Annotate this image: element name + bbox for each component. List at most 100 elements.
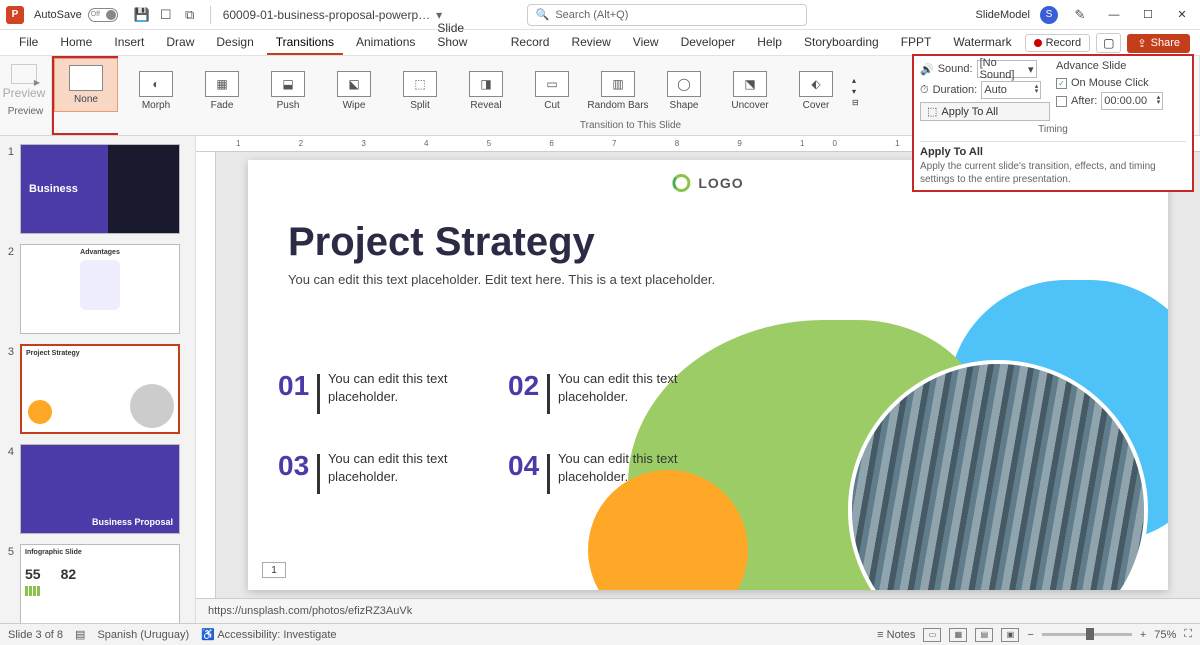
slide-item-02[interactable]: 02You can edit this text placeholder. xyxy=(508,370,738,414)
slide-logo[interactable]: LOGO xyxy=(672,174,743,192)
maximize-icon[interactable]: ☐ xyxy=(1136,3,1160,27)
apply-to-all-button[interactable]: ⬚Apply To All xyxy=(920,102,1050,121)
tab-draw[interactable]: Draw xyxy=(157,31,203,55)
transition-morph[interactable]: ◐Morph xyxy=(124,64,188,118)
tab-storyboarding[interactable]: Storyboarding xyxy=(795,31,888,55)
zoom-level[interactable]: 75% xyxy=(1154,629,1176,641)
autosave-toggle[interactable]: AutoSave Off xyxy=(34,8,118,22)
tab-watermark[interactable]: Watermark xyxy=(944,31,1020,55)
reading-view-icon[interactable]: ▤ xyxy=(975,628,993,642)
tab-slideshow[interactable]: Slide Show xyxy=(428,17,497,55)
timing-panel: 🔊Sound:[No Sound]▾ ⏱Duration:Auto▴▾ ⬚App… xyxy=(912,54,1194,192)
powerpoint-icon: P xyxy=(6,6,24,24)
tab-fppt[interactable]: FPPT xyxy=(892,31,941,55)
notes-button[interactable]: ≡ Notes xyxy=(877,629,915,641)
toggle-off-icon[interactable]: Off xyxy=(88,8,118,22)
after-checkbox[interactable] xyxy=(1056,96,1067,107)
normal-view-icon[interactable]: ▭ xyxy=(923,628,941,642)
on-click-checkbox[interactable]: ✓ xyxy=(1056,78,1067,89)
transition-wipe[interactable]: ⬕Wipe xyxy=(322,64,386,118)
tab-animations[interactable]: Animations xyxy=(347,31,424,55)
search-icon: 🔍 xyxy=(536,8,550,21)
clock-icon: ⏱ xyxy=(920,84,929,97)
tab-record[interactable]: Record xyxy=(502,31,559,55)
zoom-slider[interactable] xyxy=(1042,633,1132,636)
slide-item-01[interactable]: 01You can edit this text placeholder. xyxy=(278,370,508,414)
zoom-out-icon[interactable]: − xyxy=(1027,629,1033,641)
transition-fade[interactable]: ▦Fade xyxy=(190,64,254,118)
tab-insert[interactable]: Insert xyxy=(105,31,153,55)
split-icon: ⬚ xyxy=(403,71,437,97)
accessibility-indicator[interactable]: ♿ Accessibility: Investigate xyxy=(201,628,336,641)
transition-uncover[interactable]: ⬔Uncover xyxy=(718,64,782,118)
slide-subtitle[interactable]: You can edit this text placeholder. Edit… xyxy=(288,272,715,287)
cover-icon: ⬖ xyxy=(799,71,833,97)
share-button[interactable]: ⇪Share xyxy=(1127,34,1190,53)
transition-cover[interactable]: ⬖Cover xyxy=(784,64,848,118)
apply-all-tooltip: Apply To All Apply the current slide's t… xyxy=(920,141,1186,186)
tab-design[interactable]: Design xyxy=(207,31,262,55)
present-icon[interactable]: ▢ xyxy=(1096,33,1121,53)
preview-icon xyxy=(11,64,37,84)
sound-dropdown[interactable]: [No Sound]▾ xyxy=(977,60,1037,78)
cut-icon: ▭ xyxy=(535,71,569,97)
tab-developer[interactable]: Developer xyxy=(672,31,745,55)
tab-home[interactable]: Home xyxy=(51,31,101,55)
search-input[interactable]: 🔍 Search (Alt+Q) xyxy=(527,4,807,26)
close-icon[interactable]: ✕ xyxy=(1170,3,1194,27)
transition-push[interactable]: ⬓Push xyxy=(256,64,320,118)
transition-shape[interactable]: ◯Shape xyxy=(652,64,716,118)
title-bar: P AutoSave Off 💾 ☐ ⧉ 60009-01-business-p… xyxy=(0,0,1200,30)
thumbnail-3[interactable]: ★Project Strategy xyxy=(20,344,180,434)
slide-editor[interactable]: LOGO Project Strategy You can edit this … xyxy=(248,160,1168,590)
transition-reveal[interactable]: ◨Reveal xyxy=(454,64,518,118)
spinner-icon: ▴▾ xyxy=(1035,85,1039,95)
slide-indicator[interactable]: Slide 3 of 8 xyxy=(8,629,63,641)
autosave-label: AutoSave xyxy=(34,9,82,21)
record-dot-icon xyxy=(1034,39,1042,47)
tab-file[interactable]: File xyxy=(10,31,47,55)
after-spinner[interactable]: 00:00.00▴▾ xyxy=(1101,92,1163,110)
chevron-down-icon: ▾ xyxy=(1028,63,1034,76)
record-button[interactable]: Record xyxy=(1025,34,1090,52)
user-avatar[interactable]: S xyxy=(1040,6,1058,24)
tab-view[interactable]: View xyxy=(624,31,668,55)
fit-window-icon[interactable]: ⛶ xyxy=(1184,628,1192,641)
slide-item-04[interactable]: 04You can edit this text placeholder. xyxy=(508,450,738,494)
city-photo[interactable] xyxy=(848,360,1148,590)
timing-group-label: Timing xyxy=(920,124,1186,135)
save-icon[interactable]: 💾 xyxy=(132,5,152,25)
preview-button[interactable]: Preview xyxy=(4,60,44,104)
slide-canvas-area: 1 2 3 4 5 6 7 8 9 10 11 12 LOGO Project … xyxy=(196,136,1200,623)
wipe-icon: ⬕ xyxy=(337,71,371,97)
grid-icon[interactable]: ⧉ xyxy=(180,5,200,25)
tab-transitions[interactable]: Transitions xyxy=(267,31,343,55)
slide-item-03[interactable]: 03You can edit this text placeholder. xyxy=(278,450,508,494)
transition-split[interactable]: ⬚Split xyxy=(388,64,452,118)
pen-icon[interactable]: ✎ xyxy=(1070,5,1090,25)
tab-help[interactable]: Help xyxy=(748,31,791,55)
tab-review[interactable]: Review xyxy=(562,31,619,55)
document-name[interactable]: 60009-01-business-proposal-powerp… xyxy=(223,8,430,22)
duration-spinner[interactable]: Auto▴▾ xyxy=(981,81,1041,99)
gallery-more[interactable]: ▴▾⊟ xyxy=(850,64,861,118)
slideshow-view-icon[interactable]: ▣ xyxy=(1001,628,1019,642)
sorter-view-icon[interactable]: ▦ xyxy=(949,628,967,642)
notes-area[interactable]: https://unsplash.com/photos/efizRZ3AuVk xyxy=(196,598,1200,623)
page-number[interactable]: 1 xyxy=(262,562,286,578)
thumbnail-1[interactable]: ★Business xyxy=(20,144,180,234)
account-name[interactable]: SlideModel xyxy=(976,9,1030,21)
export-icon[interactable]: ☐ xyxy=(156,5,176,25)
language-indicator[interactable]: Spanish (Uruguay) xyxy=(97,629,189,641)
ribbon-tabs: File Home Insert Draw Design Transitions… xyxy=(0,30,1200,56)
transition-randombars[interactable]: ▥Random Bars xyxy=(586,64,650,118)
thumbnail-4[interactable]: Business Proposal xyxy=(20,444,180,534)
minimize-icon[interactable]: — xyxy=(1102,3,1126,27)
thumbnail-5[interactable]: Infographic Slide5582 xyxy=(20,544,180,623)
slide-title[interactable]: Project Strategy xyxy=(288,220,595,265)
notes-icon[interactable]: ▤ xyxy=(75,628,85,641)
zoom-in-icon[interactable]: + xyxy=(1140,629,1146,641)
transition-none[interactable]: None xyxy=(54,58,118,112)
transition-cut[interactable]: ▭Cut xyxy=(520,64,584,118)
thumbnail-2[interactable]: ★Advantages xyxy=(20,244,180,334)
